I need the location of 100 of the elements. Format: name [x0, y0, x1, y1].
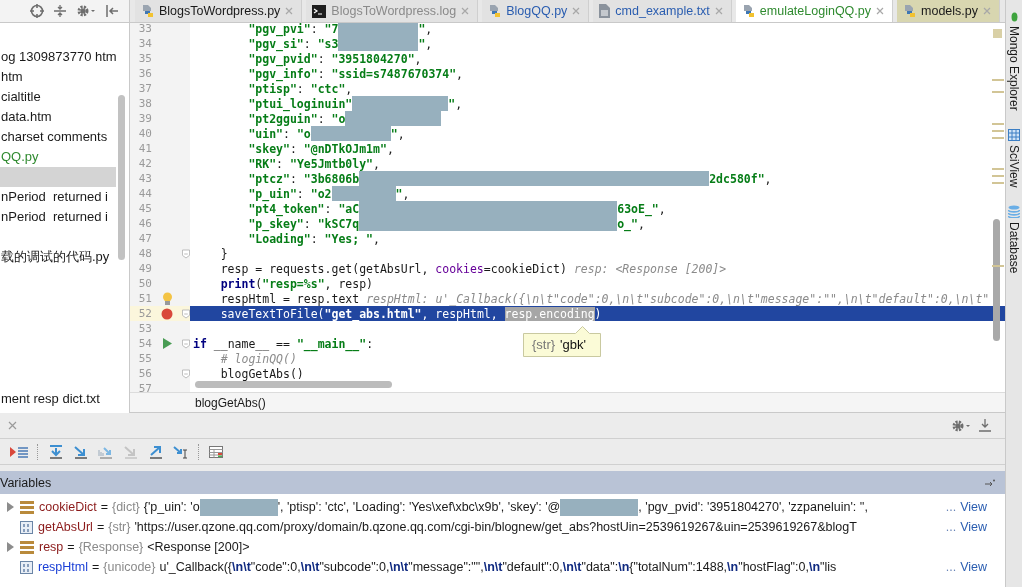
close-icon[interactable] — [8, 421, 17, 430]
selected-tree-row[interactable] — [0, 167, 116, 187]
error-stripe-mark[interactable] — [992, 175, 1004, 177]
breakpoint-icon[interactable] — [161, 307, 173, 320]
line-number: 34 — [137, 37, 152, 50]
tool-window-button[interactable]: Mongo Explorer — [1007, 10, 1021, 121]
hide-panel-icon[interactable] — [105, 4, 119, 18]
variable-type: {unicode} — [103, 560, 156, 574]
table-icon[interactable] — [209, 445, 223, 458]
leaf-icon — [1010, 12, 1018, 22]
arrow-up-right-icon[interactable] — [148, 444, 164, 459]
code-text: resp = requests.get(getAbsUrl, cookies=cookieDict) — [219, 261, 567, 276]
error-stripe-mark[interactable] — [992, 265, 1004, 267]
equals-sign: = — [92, 560, 100, 574]
line-number: 49 — [137, 262, 152, 275]
line-number: 35 — [137, 52, 152, 65]
view-link[interactable]: View — [960, 560, 987, 574]
close-icon[interactable] — [714, 7, 723, 15]
code-text: ", — [418, 36, 433, 51]
line-number: 51 — [137, 292, 152, 305]
variable-type: {Response} — [78, 540, 144, 554]
error-stripe-mark[interactable] — [992, 123, 1004, 125]
settings-icon[interactable] — [951, 418, 971, 433]
line-number: 45 — [137, 202, 152, 215]
tree-item[interactable]: og 1309873770 htm — [0, 47, 116, 67]
breadcrumb[interactable]: blogGetAbs() — [195, 395, 266, 410]
code-text: 2dc580f", — [709, 171, 772, 186]
scrollbar[interactable] — [993, 219, 1000, 341]
code-text: "ptcz": "3b6806b — [247, 171, 360, 186]
close-icon[interactable] — [983, 7, 991, 15]
fold-marker-icon[interactable] — [182, 338, 190, 349]
variable-value: u'_Callback({\n\t"code":0,\n\t"subcode":0,\n\t"message":"",\n\t"default":0,\n\t"data":\n{"totalNum":1488,\n"hostFlag":0,\n"lis — [159, 560, 837, 574]
tool-window-button[interactable]: SciView — [1007, 126, 1021, 198]
variable-value: {'p_uin': 'o — [143, 500, 200, 514]
arrow-lines-icon[interactable] — [10, 444, 28, 459]
arrow-down-right-icon[interactable] — [73, 444, 89, 459]
arrow-to-bar-icon[interactable] — [48, 444, 64, 459]
code-text: if __name__ == "__main__": — [193, 336, 374, 351]
crosshair-icon[interactable] — [30, 4, 44, 18]
arrow-right-icon[interactable] — [985, 478, 995, 487]
tree-item[interactable]: cialtitle — [0, 87, 116, 107]
close-icon[interactable] — [572, 7, 581, 15]
code-text: saveTextToFile("get_abs.html", respHtml, resp.encoding) — [219, 306, 602, 321]
scrollbar[interactable] — [118, 95, 125, 260]
error-stripe-mark[interactable] — [992, 91, 1004, 93]
editor-tab[interactable]: models.py — [897, 0, 1000, 22]
line-number: 43 — [137, 172, 152, 185]
fold-marker-icon[interactable] — [182, 308, 190, 319]
line-number: 42 — [137, 157, 152, 170]
line-number: 39 — [137, 112, 152, 125]
error-stripe-mark[interactable] — [993, 29, 1002, 38]
variable-value: 'https://user.qzone.qq.com/proxy/domain/b.qzone.qq.com/cgi-bin/blognew/get_abs?hostUin=2539619267&uin=2539619267&blogT — [134, 520, 857, 534]
variable-type: {dict} — [112, 500, 140, 514]
error-stripe-mark[interactable] — [992, 130, 1004, 132]
tree-item[interactable]: ment resp dict.txt — [0, 389, 116, 409]
binary-icon — [20, 560, 33, 574]
expand-arrow-icon[interactable] — [6, 542, 14, 552]
editor-tab[interactable]: emulateLoginQQ.py — [735, 0, 893, 22]
tree-item[interactable]: nPeriod returned i — [0, 207, 116, 227]
close-icon[interactable] — [285, 7, 294, 15]
grid-icon — [1008, 128, 1020, 141]
tree-item[interactable]: htm — [0, 67, 116, 87]
fold-marker-icon[interactable] — [182, 248, 190, 259]
tool-window-button[interactable]: Database — [1007, 203, 1021, 284]
settings-icon[interactable] — [76, 4, 96, 18]
minimize-icon[interactable] — [979, 419, 991, 432]
code-text: "ptisp": "ctc", — [247, 81, 353, 96]
editor-tab[interactable]: cmd_example.txt — [593, 0, 732, 22]
arrow-down-right-icon[interactable] — [98, 444, 114, 459]
view-link[interactable]: View — [960, 500, 987, 514]
fold-marker-icon[interactable] — [182, 368, 190, 379]
play-icon[interactable] — [162, 338, 172, 349]
editor-tab[interactable]: BlogsToWordpress.py — [135, 0, 303, 22]
editor-tab[interactable]: BlogQQ.py — [482, 0, 590, 22]
tree-item[interactable]: QQ.py — [0, 147, 116, 167]
code-text: "ptui_loginuin" — [247, 96, 353, 111]
arrow-to-cursor-icon[interactable] — [173, 444, 189, 459]
close-icon[interactable] — [461, 7, 470, 15]
tooltip-value: 'gbk' — [560, 337, 586, 352]
arrow-down-right-icon — [123, 444, 139, 459]
collapse-icon[interactable] — [53, 4, 67, 18]
error-stripe-mark[interactable] — [992, 168, 1004, 170]
lightbulb-icon[interactable] — [161, 291, 173, 306]
error-stripe-mark[interactable] — [992, 79, 1004, 81]
close-icon[interactable] — [876, 7, 884, 15]
tree-item[interactable]: charset comments — [0, 127, 116, 147]
code-text: "skey": "@nDTkOJm1m", — [247, 141, 394, 156]
code-text: respHtml = resp.text — [219, 291, 360, 306]
error-stripe-mark[interactable] — [992, 137, 1004, 139]
error-stripe-mark[interactable] — [992, 182, 1004, 184]
terminal-icon — [312, 4, 327, 18]
line-number: 46 — [137, 217, 152, 230]
view-link[interactable]: View — [960, 520, 987, 534]
expand-arrow-icon[interactable] — [6, 502, 14, 512]
tree-item[interactable]: 载的调试的代码.py — [0, 247, 116, 267]
inline-value-hint: resp: <Response [200]> — [573, 261, 727, 276]
line-number: 52 — [137, 307, 152, 320]
tree-item[interactable]: nPeriod returned i — [0, 187, 116, 207]
tree-item[interactable]: data.htm — [0, 107, 116, 127]
scrollbar[interactable] — [195, 381, 392, 388]
